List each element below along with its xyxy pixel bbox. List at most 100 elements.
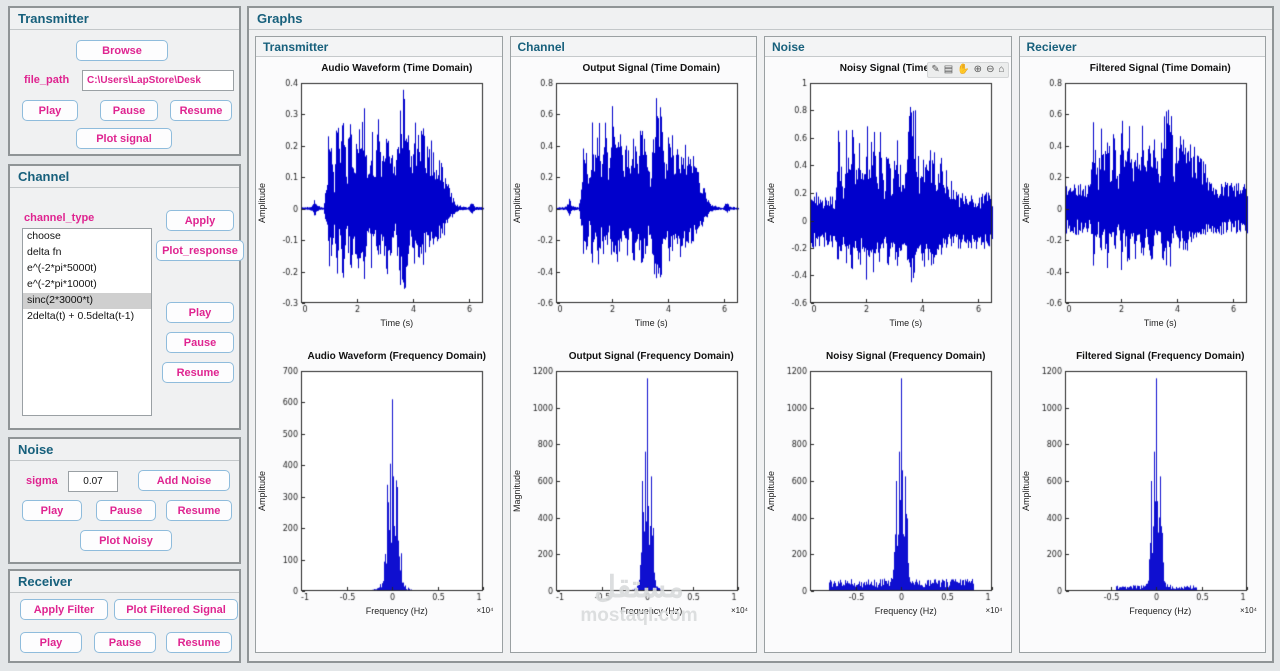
graphs-panel-title: Graphs [249,8,1272,30]
receiver-panel-title: Receiver [10,571,239,593]
brush-icon[interactable]: ✎ [931,63,939,77]
y-axis-label: Amplitude [765,366,777,606]
plot-response-button[interactable]: Plot_response [156,240,244,261]
file-path-field[interactable] [82,70,234,91]
x-axis-label: Frequency (Hz) [366,606,428,616]
list-item-exp-1000t[interactable]: e^(-2*pi*1000t) [23,277,151,293]
y-axis-label: Amplitude [1020,78,1032,318]
datatip-icon[interactable]: ▤ [944,63,953,77]
transmitter-play-button[interactable]: Play [22,100,78,121]
transmitter-panel-title: Transmitter [10,8,239,30]
axis-multiplier: ×10⁴ [476,606,493,615]
plot-canvas-audio-time[interactable] [268,78,490,318]
x-axis-label: Time (s) [635,318,668,328]
plot-canvas-noisy-freq[interactable] [777,366,999,606]
zoom-in-icon[interactable]: ⊕ [974,63,982,77]
subpanel-title-noise: Noise [765,37,1011,57]
list-item-exp-5000t[interactable]: e^(-2*pi*5000t) [23,261,151,277]
plot-noisy-button[interactable]: Plot Noisy [80,530,172,551]
axes-toolbar: ✎ ▤ ✋ ⊕ ⊖ ⌂ [927,62,1008,78]
graphs-channel-subpanel: Channel Output Signal (Time Domain) Ampl… [510,36,758,653]
plot-canvas-noisy-time[interactable] [777,78,999,318]
subpanel-title-channel: Channel [511,37,757,57]
subpanel-title-receiver: Reciever [1020,37,1266,57]
y-axis-label: Magnitude [511,366,523,606]
list-item-sinc[interactable]: sinc(2*3000*t) [23,293,151,309]
chart-noisy-time: Noisy Signal (Time Domain) ✎ ▤ ✋ ⊕ ⊖ ⌂ A… [765,63,1011,331]
chart-output-freq: Output Signal (Frequency Domain) Magnitu… [511,351,757,619]
chart-filtered-freq: Filtered Signal (Frequency Domain) Ampli… [1020,351,1266,619]
x-axis-label: Frequency (Hz) [620,606,682,616]
chart-audio-time: Audio Waveform (Time Domain) Amplitude T… [256,63,502,331]
list-item-2delta[interactable]: 2delta(t) + 0.5delta(t-1) [23,309,151,325]
y-axis-label: Amplitude [1020,366,1032,606]
subpanel-title-transmitter: Transmitter [256,37,502,57]
file-path-label: file_path [24,74,69,86]
apply-filter-button[interactable]: Apply Filter [20,599,108,620]
list-item-choose[interactable]: choose [23,229,151,245]
noise-play-button[interactable]: Play [22,500,82,521]
plot-filtered-signal-button[interactable]: Plot Filtered Signal [114,599,238,620]
plot-canvas-audio-freq[interactable] [268,366,490,606]
noise-pause-button[interactable]: Pause [96,500,156,521]
receiver-resume-button[interactable]: Resume [166,632,232,653]
chart-title: Noisy Signal (Frequency Domain) [765,351,1011,362]
graphs-noise-subpanel: Noise Noisy Signal (Time Domain) ✎ ▤ ✋ ⊕… [764,36,1012,653]
plot-canvas-filtered-time[interactable] [1032,78,1254,318]
channel-panel: Channel channel_type choose delta fn e^(… [8,164,241,430]
noise-resume-button[interactable]: Resume [166,500,232,521]
chart-title: Audio Waveform (Time Domain) [256,63,502,74]
add-noise-button[interactable]: Add Noise [138,470,230,491]
receiver-panel: Receiver Apply Filter Plot Filtered Sign… [8,569,241,663]
app-window: { "theme":{"accent_pink":"#df2490","titl… [0,0,1280,671]
chart-title: Output Signal (Time Domain) [511,63,757,74]
plot-canvas-filtered-freq[interactable] [1032,366,1254,606]
chart-filtered-time: Filtered Signal (Time Domain) Amplitude … [1020,63,1266,331]
plot-canvas-output-time[interactable] [523,78,745,318]
transmitter-resume-button[interactable]: Resume [170,100,232,121]
y-axis-label: Amplitude [765,78,777,318]
transmitter-pause-button[interactable]: Pause [100,100,158,121]
channel-resume-button[interactable]: Resume [162,362,234,383]
y-axis-label: Amplitude [511,78,523,318]
browse-button[interactable]: Browse [76,40,168,61]
channel-panel-title: Channel [10,166,239,188]
restore-view-icon[interactable]: ⌂ [998,63,1004,77]
graphs-body: Transmitter Audio Waveform (Time Domain)… [249,30,1272,659]
sigma-label: sigma [26,475,58,487]
channel-pause-button[interactable]: Pause [166,332,234,353]
y-axis-label: Amplitude [256,366,268,606]
chart-title: Filtered Signal (Frequency Domain) [1020,351,1266,362]
x-axis-label: Time (s) [1144,318,1177,328]
graphs-panel: Graphs Transmitter Audio Waveform (Time … [247,6,1274,663]
pan-icon[interactable]: ✋ [957,63,969,77]
chart-title: Output Signal (Frequency Domain) [511,351,757,362]
channel-type-listbox[interactable]: choose delta fn e^(-2*pi*5000t) e^(-2*pi… [22,228,152,416]
chart-title: Audio Waveform (Frequency Domain) [256,351,502,362]
axis-multiplier: ×10⁴ [731,606,748,615]
chart-noisy-freq: Noisy Signal (Frequency Domain) Amplitud… [765,351,1011,619]
plot-signal-button[interactable]: Plot signal [76,128,172,149]
graphs-receiver-subpanel: Reciever Filtered Signal (Time Domain) A… [1019,36,1267,653]
axis-multiplier: ×10⁴ [1240,606,1257,615]
x-axis-label: Time (s) [889,318,922,328]
channel-play-button[interactable]: Play [166,302,234,323]
receiver-pause-button[interactable]: Pause [94,632,156,653]
chart-audio-freq: Audio Waveform (Frequency Domain) Amplit… [256,351,502,619]
noise-panel-title: Noise [10,439,239,461]
channel-type-label: channel_type [24,212,94,224]
transmitter-panel: Transmitter Browse file_path Play Pause … [8,6,241,156]
axis-multiplier: ×10⁴ [985,606,1002,615]
receiver-play-button[interactable]: Play [20,632,82,653]
x-axis-label: Frequency (Hz) [875,606,937,616]
sigma-field[interactable] [68,471,118,492]
apply-button[interactable]: Apply [166,210,234,231]
x-axis-label: Frequency (Hz) [1129,606,1191,616]
plot-canvas-output-freq[interactable] [523,366,745,606]
list-item-delta-fn[interactable]: delta fn [23,245,151,261]
noise-panel: Noise sigma Add Noise Play Pause Resume … [8,437,241,564]
chart-output-time: Output Signal (Time Domain) Amplitude Ti… [511,63,757,331]
graphs-transmitter-subpanel: Transmitter Audio Waveform (Time Domain)… [255,36,503,653]
y-axis-label: Amplitude [256,78,268,318]
zoom-out-icon[interactable]: ⊖ [986,63,994,77]
